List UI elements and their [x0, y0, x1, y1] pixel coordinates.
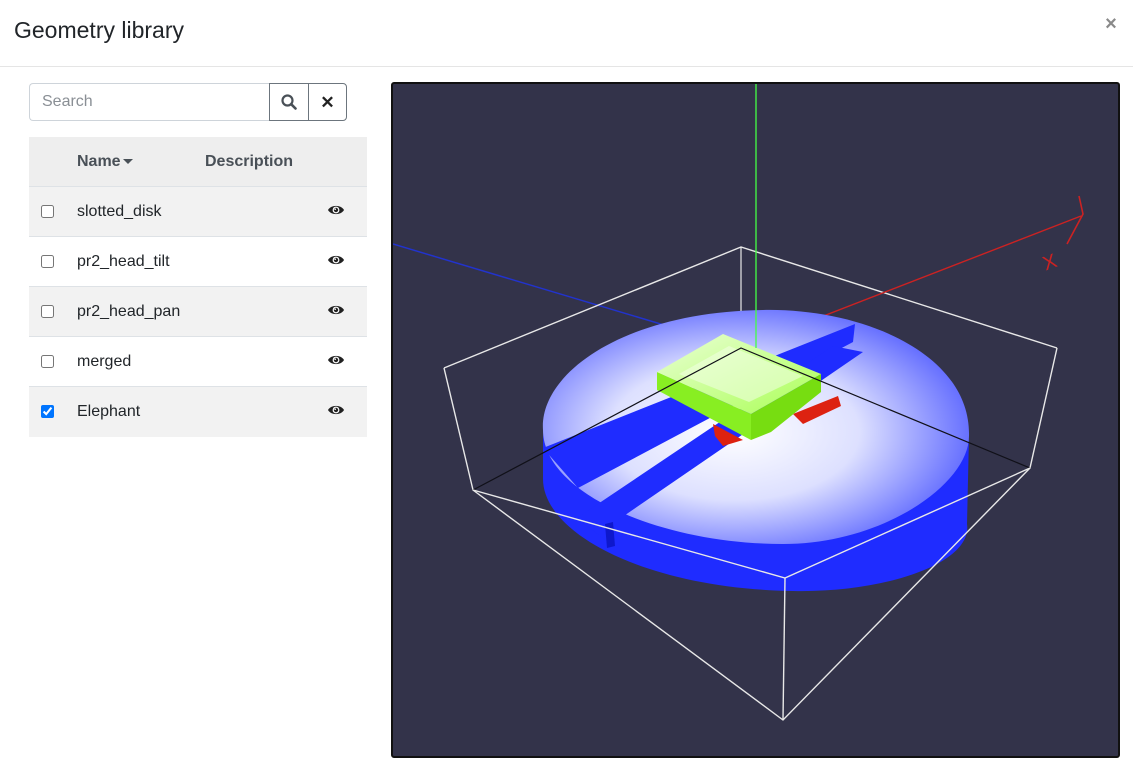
eye-icon[interactable] [327, 253, 345, 267]
x-axis-label: X [1040, 250, 1060, 275]
eye-icon[interactable] [327, 353, 345, 367]
search-button[interactable] [269, 83, 308, 121]
row-name: merged [77, 353, 132, 370]
search-icon [281, 94, 297, 110]
row-name: pr2_head_pan [77, 303, 181, 320]
close-button[interactable]: × [1103, 14, 1119, 34]
table-row[interactable]: pr2_head_tilt [29, 237, 367, 287]
table-row[interactable]: merged [29, 337, 367, 387]
row-checkbox[interactable] [41, 405, 54, 418]
row-checkbox[interactable] [41, 355, 54, 368]
row-checkbox[interactable] [41, 255, 54, 268]
row-name: Elephant [77, 403, 141, 420]
table-header: Name Description [29, 137, 367, 187]
geometry-table: Name Description slotted_disk pr2_head_ti… [29, 137, 367, 437]
row-name: slotted_disk [77, 203, 162, 220]
3d-viewport[interactable]: X [391, 82, 1120, 758]
table-row[interactable]: pr2_head_pan [29, 287, 367, 337]
row-checkbox[interactable] [41, 305, 54, 318]
column-header-name-label: Name [77, 153, 121, 170]
search-group: ✕ [29, 83, 347, 121]
clear-search-button[interactable]: ✕ [308, 83, 347, 121]
modal-header: Geometry library × [0, 0, 1133, 67]
column-header-description: Description [205, 153, 294, 170]
table-row[interactable]: Elephant [29, 387, 367, 437]
eye-icon[interactable] [327, 403, 345, 417]
bounding-box-front-vertical [782, 577, 786, 721]
search-input[interactable] [29, 83, 269, 121]
eye-icon[interactable] [327, 303, 345, 317]
column-header-name[interactable]: Name [77, 153, 133, 171]
row-name: pr2_head_tilt [77, 253, 170, 270]
table-body: slotted_disk pr2_head_tilt pr2_head_panmer… [29, 187, 367, 437]
modal-title: Geometry library [14, 17, 184, 43]
eye-icon[interactable] [327, 203, 345, 217]
3d-scene[interactable]: X [393, 84, 1118, 756]
sort-caret-icon [122, 159, 133, 165]
table-row[interactable]: slotted_disk [29, 187, 367, 237]
close-icon: ✕ [320, 92, 335, 112]
row-checkbox[interactable] [41, 205, 54, 218]
